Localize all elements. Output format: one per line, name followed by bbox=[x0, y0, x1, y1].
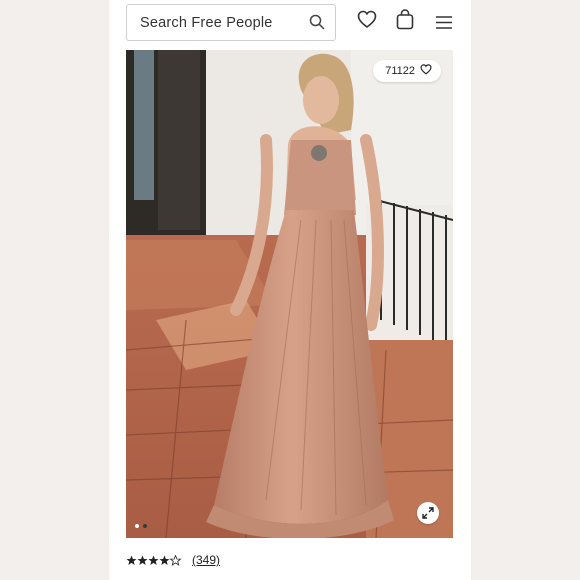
product-photo-illustration bbox=[126, 50, 453, 538]
menu-icon[interactable] bbox=[436, 14, 452, 33]
review-count-link[interactable]: (349) bbox=[192, 553, 220, 567]
expand-button[interactable] bbox=[417, 502, 439, 524]
heart-icon[interactable] bbox=[357, 10, 377, 33]
carousel-dot-2[interactable] bbox=[143, 524, 147, 528]
likes-badge[interactable]: 71122 bbox=[373, 60, 441, 82]
search-input[interactable]: Search Free People bbox=[126, 4, 336, 41]
search-icon[interactable] bbox=[309, 14, 325, 34]
star-rating bbox=[126, 554, 182, 566]
likes-count: 71122 bbox=[385, 65, 415, 77]
expand-icon bbox=[422, 504, 434, 523]
product-image[interactable]: 71122 bbox=[126, 50, 453, 538]
carousel-dot-1[interactable] bbox=[135, 524, 139, 528]
heart-icon bbox=[420, 64, 432, 78]
rating-row: (349) bbox=[126, 553, 220, 567]
search-placeholder: Search Free People bbox=[140, 15, 273, 31]
bag-icon[interactable] bbox=[396, 9, 414, 34]
stars-icon bbox=[126, 554, 181, 565]
